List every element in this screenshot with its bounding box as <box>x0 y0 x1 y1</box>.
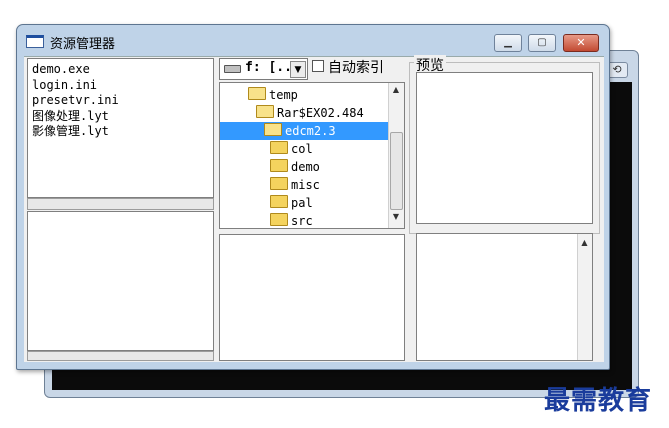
drive-icon <box>224 65 241 73</box>
tree-lower-panel[interactable] <box>219 234 405 361</box>
maximize-icon: ▢ <box>537 37 547 48</box>
preview-lower-scrollbar[interactable] <box>577 234 592 360</box>
watermark: 最需教育 <box>544 386 653 416</box>
minimize-button[interactable]: ▁ <box>494 34 522 52</box>
tree-item[interactable]: col <box>220 140 404 158</box>
left-lower-panel[interactable] <box>27 211 214 351</box>
scroll-up-icon[interactable]: ▲ <box>388 85 404 99</box>
tree-item-label: misc <box>291 178 320 192</box>
open-folder-icon <box>248 87 266 100</box>
folder-icon <box>270 195 288 208</box>
tree-item-label: src <box>291 214 313 228</box>
preview-lower-panel[interactable] <box>416 233 593 361</box>
left-lower-scrollbar[interactable] <box>27 351 214 361</box>
minimize-icon: ▁ <box>504 37 512 48</box>
tree-item-label: demo <box>291 160 320 174</box>
close-icon: ✕ <box>576 36 586 49</box>
tree-item-label: pal <box>291 196 313 210</box>
scroll-up-icon[interactable]: ▲ <box>577 238 592 252</box>
tree-scroll-thumb[interactable] <box>390 132 403 210</box>
tree-item[interactable]: demo <box>220 158 404 176</box>
window-title: 资源管理器 <box>50 37 116 52</box>
tree-item-selected[interactable]: edcm2.3 <box>220 122 388 140</box>
list-item[interactable]: demo.exe <box>32 62 209 78</box>
window-icon <box>26 35 44 48</box>
maximize-button[interactable]: ▢ <box>528 34 556 52</box>
list-item[interactable]: 影像管理.lyt <box>32 124 209 140</box>
file-list-scrollbar[interactable] <box>27 198 214 210</box>
tree-item-label: edcm2.3 <box>285 124 336 138</box>
folder-icon <box>270 213 288 226</box>
list-item[interactable]: login.ini <box>32 78 209 94</box>
scroll-down-icon[interactable]: ▼ <box>388 212 404 226</box>
folder-icon <box>270 159 288 172</box>
directory-tree[interactable]: temp Rar$EX02.484 edcm2.3 col demo misc … <box>219 82 405 229</box>
tree-item[interactable]: pal <box>220 194 404 212</box>
autoindex-checkbox[interactable] <box>312 60 324 72</box>
folder-icon <box>270 141 288 154</box>
close-button[interactable]: ✕ <box>563 34 599 52</box>
open-folder-icon <box>264 123 282 136</box>
tree-item[interactable]: src <box>220 212 404 230</box>
list-item[interactable]: presetvr.ini <box>32 93 209 109</box>
file-list[interactable]: demo.exe login.ini presetvr.ini 图像处理.lyt… <box>27 58 214 198</box>
list-item[interactable]: 图像处理.lyt <box>32 109 209 125</box>
tree-item-label: col <box>291 142 313 156</box>
autoindex-label[interactable]: 自动索引 <box>328 57 384 77</box>
folder-icon <box>270 177 288 190</box>
tree-item[interactable]: Rar$EX02.484 <box>220 104 404 122</box>
tree-item-label: temp <box>269 88 298 102</box>
preview-area <box>416 72 593 224</box>
tree-item[interactable]: temp <box>220 86 404 104</box>
drive-select-value: f: [.. <box>245 60 292 75</box>
tree-item[interactable]: misc <box>220 176 404 194</box>
tree-item-label: Rar$EX02.484 <box>277 106 364 120</box>
drive-dropdown-button[interactable]: ▼ <box>290 61 306 78</box>
open-folder-icon <box>256 105 274 118</box>
